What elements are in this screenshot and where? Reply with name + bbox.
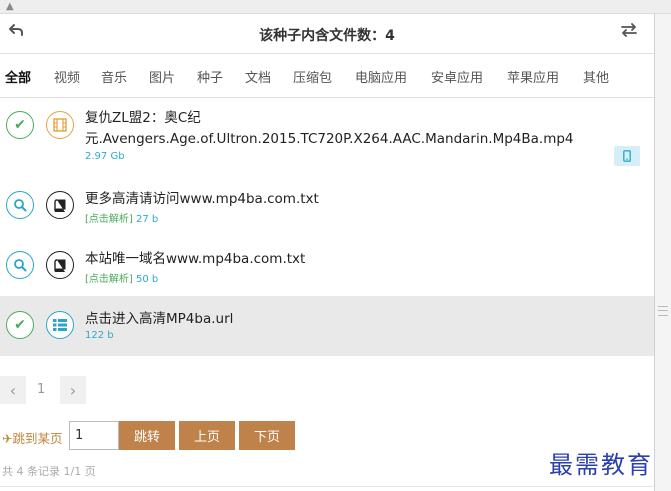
- page-number-input[interactable]: [69, 421, 119, 450]
- tab-all[interactable]: 全部: [5, 67, 31, 86]
- page-title: 该种子内含文件数：4: [259, 28, 395, 44]
- tab-images[interactable]: 图片: [149, 67, 175, 86]
- category-tabs: 全部 视频 音乐 图片 种子 文档 压缩包 电脑应用 安卓应用 苹果应用 其他: [0, 54, 654, 98]
- file-name[interactable]: 点击进入高清MP4ba.url: [85, 307, 233, 327]
- parse-link[interactable]: [点击解析]: [85, 214, 133, 225]
- phone-icon[interactable]: [614, 146, 640, 166]
- book-icon: [46, 251, 74, 279]
- file-row[interactable]: 本站唯一域名www.mp4ba.com.txt [点击解析] 50 b: [0, 236, 654, 296]
- file-row[interactable]: ✔ 复仇ZL盟2：奥C纪 元.Avengers.Age.of.Ultron.20…: [0, 98, 654, 176]
- tab-torrents[interactable]: 种子: [197, 67, 223, 86]
- record-summary: 共 4 条记录 1/1 页: [2, 465, 96, 478]
- tab-archives[interactable]: 压缩包: [293, 67, 332, 86]
- top-strip: ▲: [0, 0, 671, 14]
- tab-pc-apps[interactable]: 电脑应用: [355, 67, 407, 86]
- tab-other[interactable]: 其他: [583, 67, 609, 86]
- file-size: 122 b: [85, 330, 114, 341]
- divider: [0, 486, 654, 487]
- file-name[interactable]: 复仇ZL盟2：奥C纪: [85, 106, 201, 126]
- tab-music[interactable]: 音乐: [101, 67, 127, 86]
- next-page-icon[interactable]: ›: [60, 376, 86, 404]
- file-size: 50 b: [136, 274, 159, 285]
- search-icon[interactable]: [6, 191, 34, 219]
- plane-icon: ✈: [2, 431, 13, 446]
- tab-ios-apps[interactable]: 苹果应用: [507, 67, 559, 86]
- file-name-continued[interactable]: 元.Avengers.Age.of.Ultron.2015.TC720P.X26…: [85, 127, 574, 147]
- file-meta: [点击解析] 50 b: [85, 270, 158, 285]
- file-name[interactable]: 更多高清请访问www.mp4ba.com.txt: [85, 187, 319, 207]
- parse-link[interactable]: [点击解析]: [85, 274, 133, 285]
- go-button[interactable]: 跳转: [119, 421, 175, 450]
- scroll-up-arrow-icon[interactable]: ▲: [6, 1, 14, 12]
- search-icon[interactable]: [6, 251, 34, 279]
- tab-documents[interactable]: 文档: [245, 67, 271, 86]
- film-icon: [46, 111, 74, 139]
- file-size: 27 b: [136, 214, 159, 225]
- tab-video[interactable]: 视频: [54, 67, 80, 86]
- scrollbar[interactable]: [655, 14, 671, 491]
- swap-icon[interactable]: [620, 22, 638, 43]
- file-row[interactable]: 更多高清请访问www.mp4ba.com.txt [点击解析] 27 b: [0, 176, 654, 236]
- watermark: 最需教育: [549, 451, 653, 479]
- list-icon: [46, 311, 74, 339]
- scrollbar-grip[interactable]: [658, 306, 668, 316]
- next-page-button[interactable]: 下页: [239, 421, 295, 450]
- book-icon: [46, 191, 74, 219]
- prev-page-icon[interactable]: ‹: [0, 376, 26, 404]
- file-row-selected[interactable]: ✔ 点击进入高清MP4ba.url 122 b: [0, 296, 654, 356]
- jump-to-page-label: ✈跳到某页: [2, 428, 63, 447]
- current-page-number[interactable]: 1: [37, 382, 45, 397]
- file-meta: [点击解析] 27 b: [85, 210, 158, 225]
- tab-android-apps[interactable]: 安卓应用: [431, 67, 483, 86]
- prev-page-button[interactable]: 上页: [179, 421, 235, 450]
- check-icon[interactable]: ✔: [6, 111, 34, 139]
- header: 该种子内含文件数：4: [0, 14, 654, 54]
- jump-label-text: 跳到某页: [12, 431, 63, 446]
- file-name[interactable]: 本站唯一域名www.mp4ba.com.txt: [85, 247, 305, 267]
- check-icon[interactable]: ✔: [6, 311, 34, 339]
- file-size: 2.97 Gb: [85, 151, 125, 162]
